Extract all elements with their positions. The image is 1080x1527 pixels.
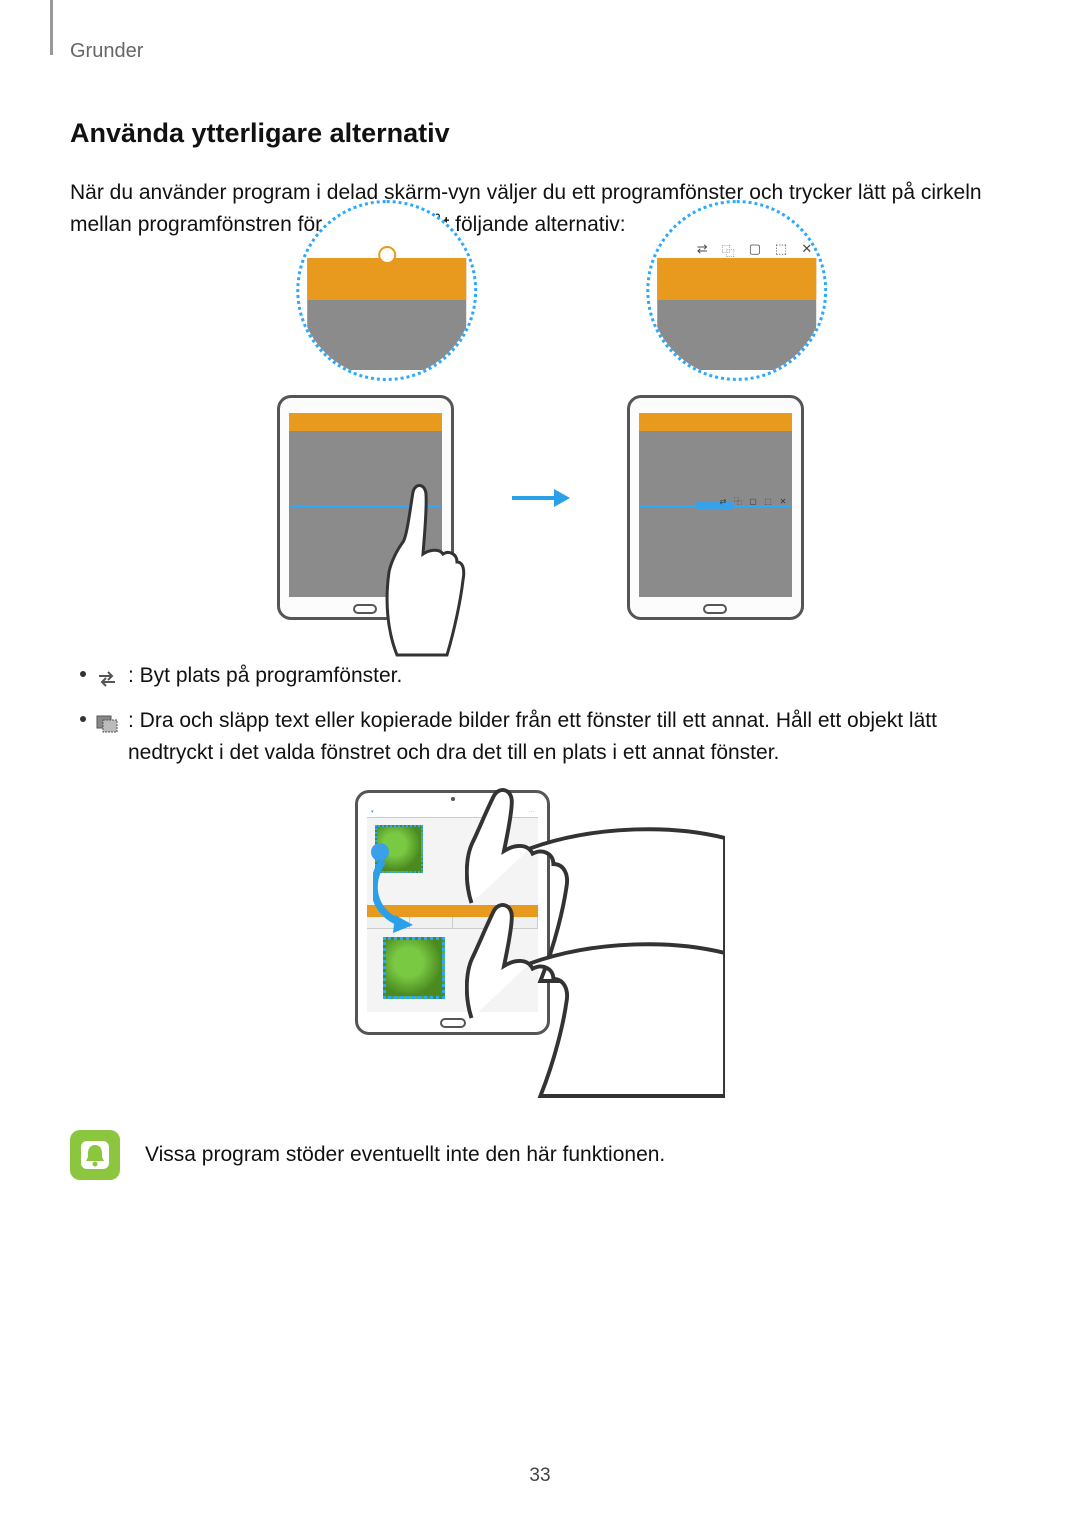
page-number: 33 xyxy=(529,1465,550,1487)
bullet-dot-icon xyxy=(80,716,86,722)
section-heading: Använda ytterligare alternativ xyxy=(70,118,1010,149)
close-tiny-icon: ✕ xyxy=(779,497,788,506)
bullet-item: : Dra och släpp text eller kopierade bil… xyxy=(80,705,1010,770)
home-button-icon xyxy=(353,604,377,614)
drag-drop-icon xyxy=(96,711,118,729)
intro-paragraph: När du använder program i delad skärm-vy… xyxy=(70,177,1010,240)
page-content: Grunder Använda ytterligare alternativ N… xyxy=(0,0,1080,1180)
maximize-tiny-icon: ⬚ xyxy=(764,497,773,506)
tablet-right-wrap: ⇄ ⿻ ▢ ⬚ ✕ ⇄ ⿻ ▢ xyxy=(600,270,830,620)
tablet-left-screen xyxy=(289,413,442,597)
note-callout: Vissa program stöder eventuellt inte den… xyxy=(70,1130,1010,1180)
swap-icon xyxy=(96,666,118,684)
bullet-text: : Byt plats på programfönster. xyxy=(128,660,1010,693)
tablet-left-orange-bar xyxy=(289,413,442,431)
swap-tiny-icon: ⇄ xyxy=(719,497,728,506)
breadcrumb: Grunder xyxy=(70,40,1010,63)
tablet-left xyxy=(277,395,454,620)
tablet-left-divider xyxy=(289,505,442,507)
topbar-left-label: ▾ xyxy=(371,809,374,815)
tablet-right-toolbar: ⇄ ⿻ ▢ ⬚ ✕ xyxy=(719,497,788,506)
tablet-right-orange-bar xyxy=(639,413,792,431)
tablet-left-wrap xyxy=(250,270,480,620)
illustration-split-screen: ⇄ ⿻ ▢ ⬚ ✕ ⇄ ⿻ ▢ xyxy=(70,270,1010,620)
hand-bottom-icon xyxy=(465,900,725,1110)
home-button-icon xyxy=(703,604,727,614)
arrow-right-icon xyxy=(510,486,570,515)
bullet-text: : Dra och släpp text eller kopierade bil… xyxy=(128,705,1010,770)
magnifier-left-screen xyxy=(307,258,466,370)
magnifier-right-orange-bar xyxy=(657,258,816,300)
magnifier-left xyxy=(296,200,477,381)
tablet-right-screen: ⇄ ⿻ ▢ ⬚ ✕ xyxy=(639,413,792,597)
camera-dot-icon xyxy=(451,797,455,801)
bullet-list: : Byt plats på programfönster. : Dra och… xyxy=(70,660,1010,770)
header-tab-mark xyxy=(50,0,53,55)
drag-tiny-icon: ⿻ xyxy=(734,497,743,506)
note-bell-icon xyxy=(70,1130,120,1180)
magnifier-right-screen xyxy=(657,258,816,370)
magnifier-left-orange-bar xyxy=(307,258,466,300)
bullet-item: : Byt plats på programfönster. xyxy=(80,660,1010,693)
expand-tiny-icon: ▢ xyxy=(749,497,758,506)
home-button-icon xyxy=(440,1018,466,1028)
bullet-dot-icon xyxy=(80,671,86,677)
illustration-drag-drop: ▾ ··· xyxy=(70,790,1010,1090)
note-text: Vissa program stöder eventuellt inte den… xyxy=(145,1143,665,1167)
drag-path-arrow-icon xyxy=(373,853,423,933)
target-photo-thumb xyxy=(383,937,445,999)
tablet-right: ⇄ ⿻ ▢ ⬚ ✕ xyxy=(627,395,804,620)
magnifier-right: ⇄ ⿻ ▢ ⬚ ✕ xyxy=(646,200,827,381)
